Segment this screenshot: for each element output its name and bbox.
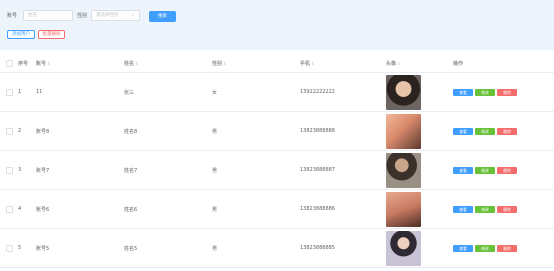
name-search-input[interactable]: 姓名	[23, 10, 73, 21]
view-button[interactable]: 查看	[453, 127, 473, 135]
row-account: 账号8	[36, 111, 124, 151]
row-name: 姓名7	[124, 150, 212, 190]
row-name: 姓名5	[124, 228, 212, 268]
column-header-avatar[interactable]: 头像⇕	[386, 55, 453, 73]
delete-button[interactable]: 删除	[497, 166, 517, 174]
view-button[interactable]: 查看	[453, 88, 473, 96]
user-table: 序号 账号⇕ 姓名⇕ 性别⇕ 手机⇕ 头像⇕ 操作 1 11 张三 女 1392…	[0, 55, 554, 268]
table-row: 3 账号7 姓名7 男 13823888887 查看 修改 删除	[0, 150, 554, 190]
avatar	[386, 152, 421, 188]
row-gender: 女	[212, 72, 300, 112]
select-all-checkbox[interactable]	[6, 60, 13, 67]
row-phone: 13823888885	[300, 228, 386, 268]
row-checkbox[interactable]	[6, 166, 13, 174]
gender-select[interactable]: 请选择性别 ⌄	[91, 10, 140, 21]
delete-button[interactable]: 删除	[497, 244, 517, 252]
column-header-avatar-label: 头像	[386, 61, 397, 67]
delete-button[interactable]: 删除	[497, 88, 517, 96]
filter-bar: 账号 姓名 性别 请选择性别 ⌄ 搜索 添加用户 批量删除	[0, 0, 554, 50]
row-index: 5	[18, 228, 36, 268]
column-header-name[interactable]: 姓名⇕	[124, 55, 212, 73]
gender-select-placeholder: 请选择性别	[96, 13, 119, 18]
chevron-down-icon: ⌄	[130, 12, 135, 18]
table-row: 4 账号6 姓名6 男 13823888886 查看 修改 删除	[0, 189, 554, 229]
column-header-actions: 操作	[453, 55, 554, 73]
row-account: 账号7	[36, 150, 124, 190]
table-row: 5 账号5 姓名5 男 13823888885 查看 修改 删除	[0, 228, 554, 268]
edit-button[interactable]: 修改	[475, 127, 495, 135]
gender-filter-label: 性别	[77, 13, 88, 19]
column-header-phone-label: 手机	[300, 61, 311, 67]
row-index: 4	[18, 189, 36, 229]
account-filter-label: 账号	[7, 13, 18, 19]
row-gender: 男	[212, 111, 300, 151]
view-button[interactable]: 查看	[453, 244, 473, 252]
delete-button[interactable]: 删除	[497, 127, 517, 135]
avatar	[386, 113, 421, 149]
row-account: 账号6	[36, 189, 124, 229]
row-phone: 13823888887	[300, 150, 386, 190]
sort-icon[interactable]: ⇕	[135, 61, 138, 66]
avatar	[386, 74, 421, 110]
avatar	[386, 230, 421, 266]
row-name: 张三	[124, 72, 212, 112]
row-checkbox[interactable]	[6, 88, 13, 96]
row-phone: 13922222222	[300, 72, 386, 112]
sort-icon[interactable]: ⇕	[397, 61, 400, 66]
edit-button[interactable]: 修改	[475, 205, 495, 213]
edit-button[interactable]: 修改	[475, 166, 495, 174]
column-header-gender-label: 性别	[212, 61, 223, 67]
row-phone: 13823888886	[300, 189, 386, 229]
row-gender: 男	[212, 228, 300, 268]
row-checkbox[interactable]	[6, 205, 13, 213]
row-name: 姓名6	[124, 189, 212, 229]
edit-button[interactable]: 修改	[475, 244, 495, 252]
row-name: 姓名8	[124, 111, 212, 151]
row-index: 1	[18, 72, 36, 112]
sort-icon[interactable]: ⇕	[311, 61, 314, 66]
search-button[interactable]: 搜索	[149, 11, 176, 22]
row-index: 3	[18, 150, 36, 190]
sort-icon[interactable]: ⇕	[47, 61, 50, 66]
table-header-row: 序号 账号⇕ 姓名⇕ 性别⇕ 手机⇕ 头像⇕ 操作	[0, 55, 554, 73]
column-header-account[interactable]: 账号⇕	[36, 55, 124, 73]
row-phone: 13823888888	[300, 111, 386, 151]
column-header-index: 序号	[18, 55, 36, 73]
table-row: 2 账号8 姓名8 男 13823888888 查看 修改 删除	[0, 111, 554, 151]
add-user-button[interactable]: 添加用户	[7, 30, 35, 39]
batch-delete-button[interactable]: 批量删除	[38, 30, 65, 39]
row-account: 账号5	[36, 228, 124, 268]
row-checkbox[interactable]	[6, 127, 13, 135]
row-checkbox[interactable]	[6, 244, 13, 252]
view-button[interactable]: 查看	[453, 205, 473, 213]
sort-icon[interactable]: ⇕	[223, 61, 226, 66]
column-header-phone[interactable]: 手机⇕	[300, 55, 386, 73]
view-button[interactable]: 查看	[453, 166, 473, 174]
delete-button[interactable]: 删除	[497, 205, 517, 213]
row-gender: 男	[212, 189, 300, 229]
column-header-gender[interactable]: 性别⇕	[212, 55, 300, 73]
row-index: 2	[18, 111, 36, 151]
avatar	[386, 191, 421, 227]
table-row: 1 11 张三 女 13922222222 查看 修改 删除	[0, 72, 554, 112]
row-account: 11	[36, 72, 124, 112]
column-header-name-label: 姓名	[124, 61, 135, 67]
column-header-account-label: 账号	[36, 61, 47, 67]
edit-button[interactable]: 修改	[475, 88, 495, 96]
row-gender: 男	[212, 150, 300, 190]
